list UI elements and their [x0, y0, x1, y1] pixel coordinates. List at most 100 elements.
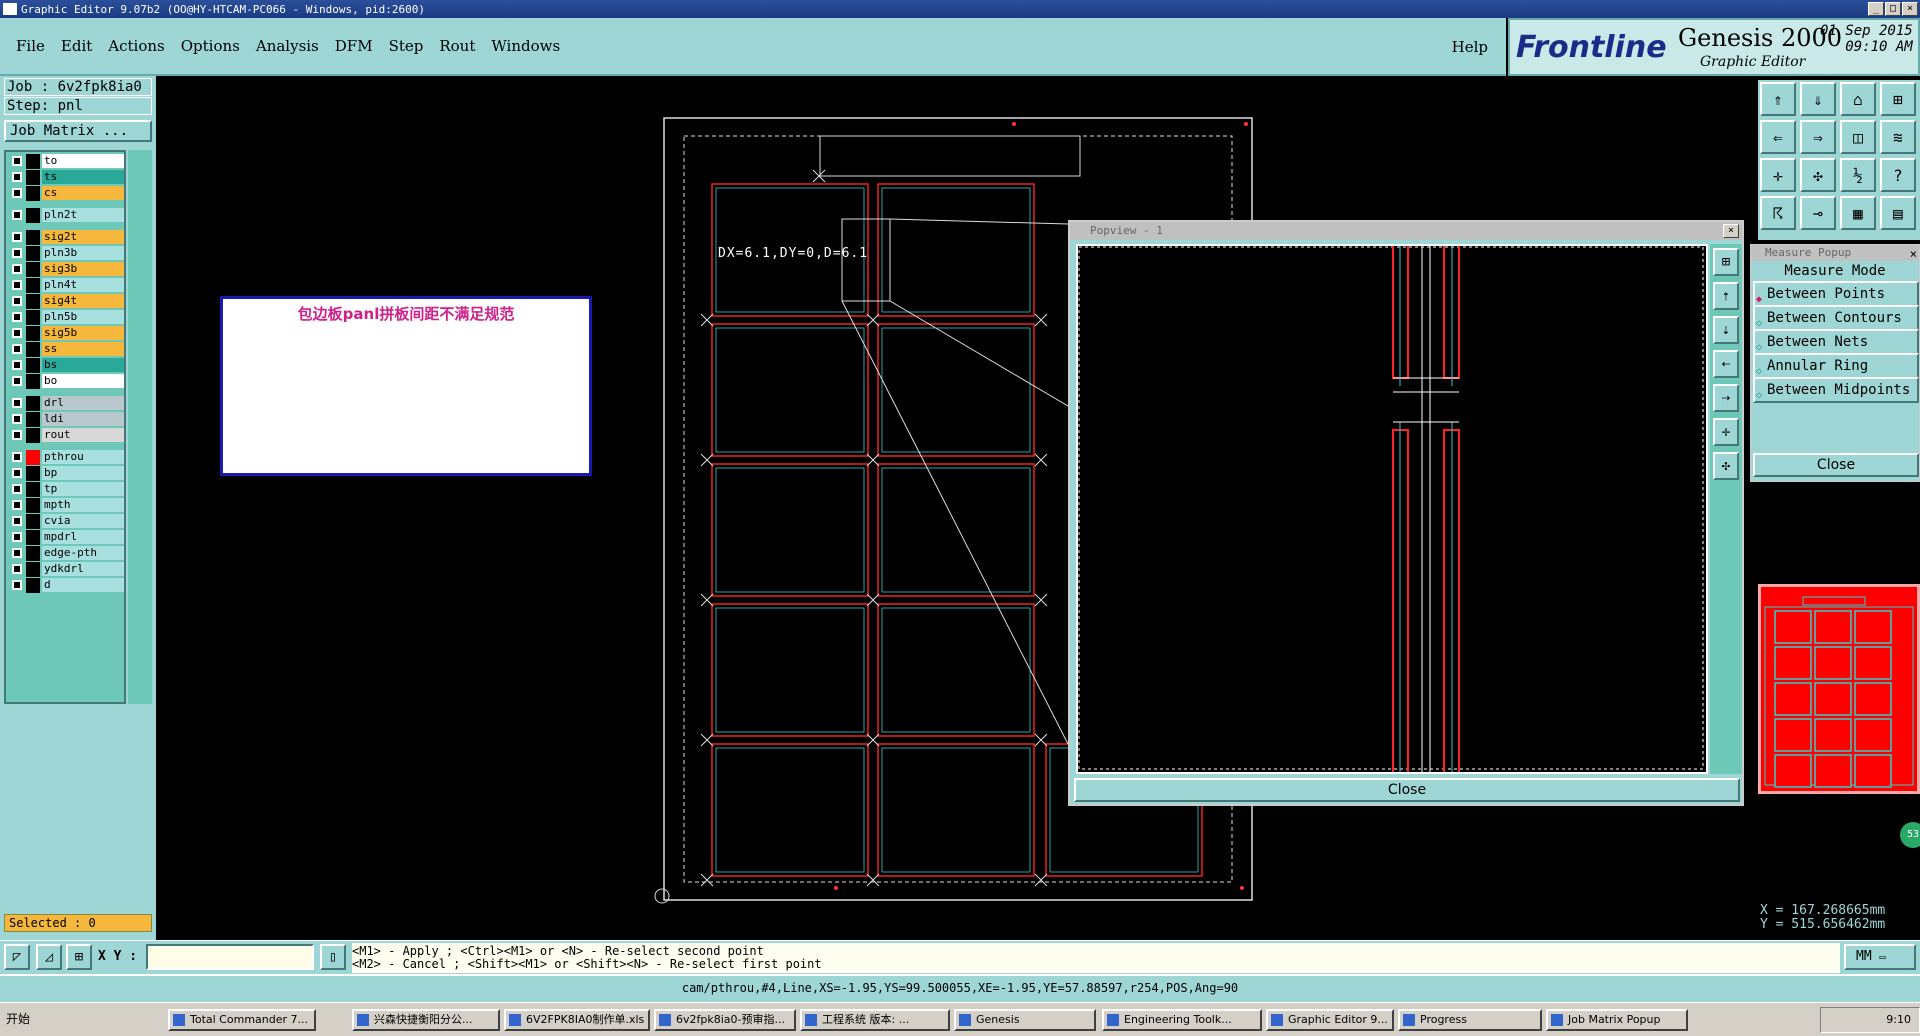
taskbar-item[interactable]: 6V2FPK8IA0制作单.xls: [504, 1009, 650, 1031]
layer-row-pln2t[interactable]: pln2t: [8, 208, 126, 223]
pan-left-icon[interactable]: ⇐: [1760, 120, 1796, 154]
layer-color-swatch[interactable]: [26, 310, 40, 325]
layer-checkbox[interactable]: [12, 264, 22, 274]
home-icon[interactable]: ⌂: [1840, 82, 1876, 116]
layer-checkbox[interactable]: [12, 468, 22, 478]
layer-row-mpdrl[interactable]: mpdrl: [8, 530, 126, 545]
minimize-button[interactable]: _: [1868, 2, 1884, 16]
layer-row-bp[interactable]: bp: [8, 466, 126, 481]
popview-pan-up-icon[interactable]: ⇡: [1713, 282, 1739, 310]
minimap[interactable]: [1758, 584, 1920, 794]
layer-checkbox[interactable]: [12, 484, 22, 494]
layer-color-swatch[interactable]: [26, 208, 40, 223]
layer-row-pln3b[interactable]: pln3b: [8, 246, 126, 261]
layer-row-rout[interactable]: rout: [8, 428, 126, 443]
mode-annular-ring[interactable]: ◇ Annular Ring: [1753, 353, 1919, 379]
popview-zoom-in-icon[interactable]: ✛: [1713, 418, 1739, 446]
layer-row-pln5b[interactable]: pln5b: [8, 310, 126, 325]
layer-row-sig4t[interactable]: sig4t: [8, 294, 126, 309]
popview-pan-down-icon[interactable]: ⇣: [1713, 316, 1739, 344]
layer-row-ydkdrl[interactable]: ydkdrl: [8, 562, 126, 577]
layer-board-active-icon[interactable]: ▤: [1880, 196, 1916, 230]
measure-popup-titlebar[interactable]: Measure Popup ×: [1751, 245, 1919, 261]
menu-actions[interactable]: Actions: [108, 37, 164, 55]
pan-down-icon[interactable]: ⇓: [1800, 82, 1836, 116]
layer-checkbox[interactable]: [12, 516, 22, 526]
layer-row-bs[interactable]: bs: [8, 358, 126, 373]
layer-checkbox[interactable]: [12, 360, 22, 370]
menu-help[interactable]: Help: [1452, 38, 1488, 56]
zoom-in-icon[interactable]: ✛: [1760, 158, 1796, 192]
menu-file[interactable]: File: [16, 37, 45, 55]
layer-color-swatch[interactable]: [26, 154, 40, 169]
menu-analysis[interactable]: Analysis: [256, 37, 319, 55]
layer-color-swatch[interactable]: [26, 246, 40, 261]
layer-row-to[interactable]: to: [8, 154, 126, 169]
layer-color-swatch[interactable]: [26, 482, 40, 497]
layer-checkbox[interactable]: [12, 210, 22, 220]
start-button[interactable]: 开始: [2, 1007, 54, 1033]
popview-close-x-icon[interactable]: ×: [1723, 224, 1739, 238]
layer-checkbox[interactable]: [12, 548, 22, 558]
xy-input[interactable]: [146, 944, 314, 970]
layer-row-cvia[interactable]: cvia: [8, 514, 126, 529]
layer-board-icon[interactable]: ▦: [1840, 196, 1876, 230]
layer-color-swatch[interactable]: [26, 326, 40, 341]
layer-checkbox[interactable]: [12, 532, 22, 542]
layer-checkbox[interactable]: [12, 172, 22, 182]
popview-pan-right-icon[interactable]: ⇢: [1713, 384, 1739, 412]
layer-row-ldi[interactable]: ldi: [8, 412, 126, 427]
layer-color-swatch[interactable]: [26, 278, 40, 293]
layer-checkbox[interactable]: [12, 430, 22, 440]
layer-checkbox[interactable]: [12, 280, 22, 290]
layer-color-swatch[interactable]: [26, 294, 40, 309]
layer-checkbox[interactable]: [12, 296, 22, 306]
redraw-icon[interactable]: ≋: [1880, 120, 1916, 154]
layer-color-swatch[interactable]: [26, 450, 40, 465]
taskbar-item[interactable]: Total Commander 7...: [168, 1009, 316, 1031]
layer-checkbox[interactable]: [12, 248, 22, 258]
maximize-button[interactable]: □: [1885, 2, 1901, 16]
layer-color-swatch[interactable]: [26, 546, 40, 561]
job-matrix-button[interactable]: Job Matrix ...: [4, 120, 152, 142]
unit-selector[interactable]: MM ▭: [1844, 944, 1916, 970]
layer-row-cs[interactable]: cs: [8, 186, 126, 201]
layer-row-ss[interactable]: ss: [8, 342, 126, 357]
zoom-out-icon[interactable]: ✣: [1800, 158, 1836, 192]
help-icon[interactable]: ?: [1880, 158, 1916, 192]
layer-color-swatch[interactable]: [26, 186, 40, 201]
layer-checkbox[interactable]: [12, 344, 22, 354]
measure-popup-close-x-icon[interactable]: ×: [1910, 246, 1917, 262]
mode-between-points[interactable]: ◆ Between Points: [1753, 281, 1919, 307]
taskbar-item[interactable]: Graphic Editor 9...: [1266, 1009, 1394, 1031]
layer-color-swatch[interactable]: [26, 262, 40, 277]
layer-checkbox[interactable]: [12, 580, 22, 590]
layer-scrollbar[interactable]: [128, 150, 152, 704]
layer-color-swatch[interactable]: [26, 412, 40, 427]
menu-windows[interactable]: Windows: [491, 37, 560, 55]
popview-canvas[interactable]: [1076, 244, 1708, 774]
mode-between-midpoints[interactable]: ◇ Between Midpoints: [1753, 377, 1919, 403]
pan-right-icon[interactable]: ⇒: [1800, 120, 1836, 154]
layer-color-swatch[interactable]: [26, 514, 40, 529]
layer-checkbox[interactable]: [12, 376, 22, 386]
zoom-area-icon[interactable]: ◫: [1840, 120, 1876, 154]
menu-options[interactable]: Options: [181, 37, 240, 55]
layer-row-d[interactable]: d: [8, 578, 126, 593]
taskbar-item[interactable]: Genesis: [954, 1009, 1096, 1031]
layer-checkbox[interactable]: [12, 156, 22, 166]
layer-checkbox[interactable]: [12, 500, 22, 510]
layer-color-swatch[interactable]: [26, 342, 40, 357]
pan-up-icon[interactable]: ⇑: [1760, 82, 1796, 116]
menu-edit[interactable]: Edit: [61, 37, 92, 55]
info-icon[interactable]: ▯: [320, 944, 346, 970]
layer-checkbox[interactable]: [12, 312, 22, 322]
layer-checkbox[interactable]: [12, 328, 22, 338]
layer-checkbox[interactable]: [12, 232, 22, 242]
popview-pan-left-icon[interactable]: ⇠: [1713, 350, 1739, 378]
layer-row-drl[interactable]: drl: [8, 396, 126, 411]
layer-row-mpth[interactable]: mpth: [8, 498, 126, 513]
mode-between-contours[interactable]: ◇ Between Contours: [1753, 305, 1919, 331]
layer-checkbox[interactable]: [12, 398, 22, 408]
popview-close-button[interactable]: Close: [1074, 778, 1740, 802]
